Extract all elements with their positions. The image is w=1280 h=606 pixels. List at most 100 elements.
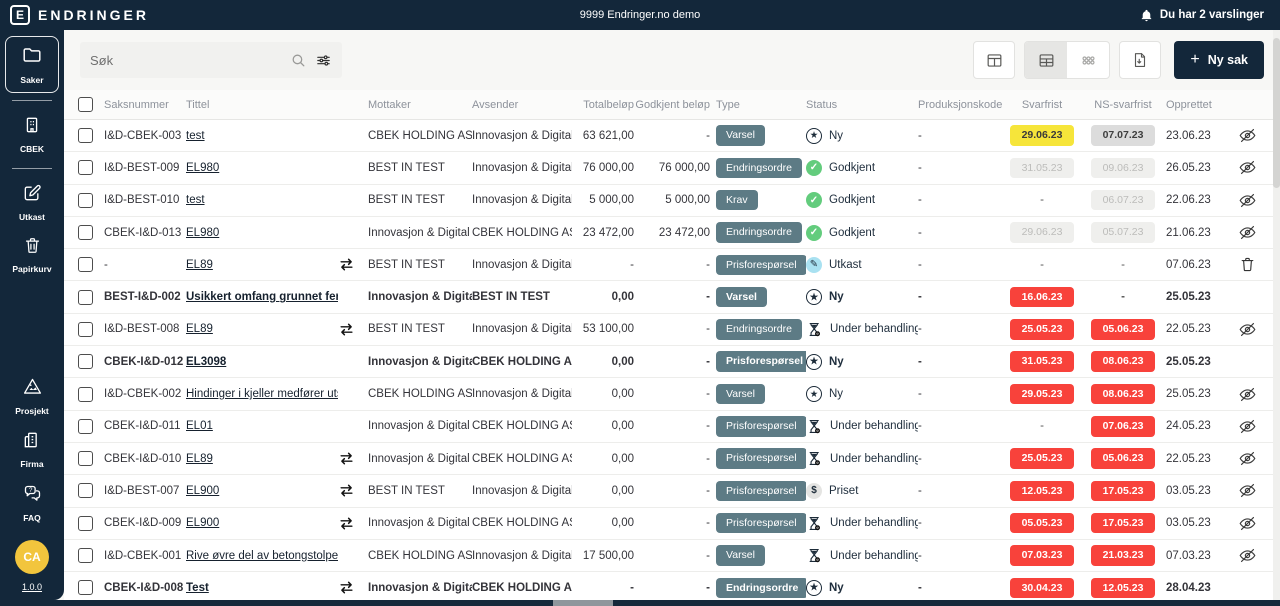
row-checkbox[interactable] — [78, 193, 93, 208]
table-row[interactable]: I&D-CBEK-001Rive øvre del av betongstolp… — [64, 540, 1280, 572]
svarfrist-pill: 30.04.23 — [1010, 578, 1074, 599]
select-all-checkbox[interactable] — [78, 97, 93, 112]
table-row[interactable]: I&D-BEST-010testBEST IN TESTInnovasjon &… — [64, 185, 1280, 217]
table-row[interactable]: I&D-CBEK-002Hindinger i kjeller medfører… — [64, 378, 1280, 410]
case-title-link[interactable]: EL3098 — [186, 356, 226, 368]
table-row[interactable]: CBEK-I&D-011EL01Innovasjon & DigitalCBEK… — [64, 411, 1280, 443]
vertical-scrollbar[interactable] — [1273, 30, 1280, 600]
sidebar-item-papirkurv[interactable]: Papirkurv — [5, 229, 59, 281]
folder-icon — [21, 44, 43, 71]
case-title-link[interactable]: Usikkert omfang grunnet ferieavvikling — [186, 291, 338, 303]
row-checkbox[interactable] — [78, 387, 93, 402]
table-row[interactable]: CBEK-I&D-010EL89Innovasjon & DigitalCBEK… — [64, 443, 1280, 475]
produksjonskode: - — [918, 420, 1004, 432]
horizontal-scrollbar-thumb[interactable] — [553, 600, 613, 606]
row-checkbox[interactable] — [78, 354, 93, 369]
produksjonskode: - — [918, 582, 1004, 594]
row-checkbox[interactable] — [78, 160, 93, 175]
table-row[interactable]: CBEK-I&D-013EL980Innovasjon & DigitalCBE… — [64, 217, 1280, 249]
brand[interactable]: E ENDRINGER — [0, 5, 149, 25]
case-title-link[interactable]: EL900 — [186, 517, 219, 529]
split-view-icon — [985, 51, 1004, 70]
vertical-scrollbar-thumb[interactable] — [1273, 38, 1280, 188]
row-checkbox[interactable] — [78, 322, 93, 337]
export-button[interactable] — [1119, 41, 1161, 79]
trash-icon[interactable] — [1239, 256, 1256, 273]
status-draft-icon: ✎ — [806, 257, 822, 273]
avsender: Innovasjon & Digital — [472, 323, 572, 335]
hide-icon[interactable] — [1238, 158, 1257, 177]
hide-icon[interactable] — [1238, 417, 1257, 436]
table-row[interactable]: -EL89BEST IN TESTInnovasjon & Digital--P… — [64, 249, 1280, 281]
table-row[interactable]: I&D-BEST-008EL89BEST IN TESTInnovasjon &… — [64, 314, 1280, 346]
case-title-link[interactable]: test — [186, 194, 205, 206]
avsender: Innovasjon & Digital — [472, 485, 572, 497]
avsender: CBEK HOLDING AS — [472, 453, 572, 465]
version-link[interactable]: 1.0.0 — [22, 582, 42, 592]
case-title-link[interactable]: EL89 — [186, 323, 213, 335]
sidebar-item-utkast[interactable]: Utkast — [5, 176, 59, 229]
svarfrist-pill: 16.06.23 — [1010, 287, 1074, 308]
hide-icon[interactable] — [1238, 546, 1257, 565]
row-checkbox[interactable] — [78, 483, 93, 498]
search-input[interactable] — [90, 53, 282, 68]
row-checkbox[interactable] — [78, 516, 93, 531]
table-row[interactable]: I&D-BEST-009EL980BEST IN TESTInnovasjon … — [64, 152, 1280, 184]
case-title-link[interactable]: EL89 — [186, 453, 213, 465]
mottaker: Innovasjon & Digital — [368, 356, 472, 368]
swap-icon — [338, 256, 355, 273]
case-title-link[interactable]: EL980 — [186, 227, 219, 239]
grid-view-button[interactable] — [1067, 42, 1109, 78]
hide-icon[interactable] — [1238, 126, 1257, 145]
case-title-link[interactable]: test — [186, 130, 205, 142]
hide-icon[interactable] — [1238, 385, 1257, 404]
sidebar-item-firma[interactable]: Firma — [5, 423, 59, 476]
sidebar-item-faq[interactable]: ? FAQ — [5, 476, 59, 530]
table-row[interactable]: BEST-I&D-002Usikkert omfang grunnet feri… — [64, 281, 1280, 313]
sidebar-item-cbek[interactable]: CBEK — [5, 108, 59, 161]
horizontal-scrollbar[interactable] — [0, 600, 1280, 606]
table-view-button[interactable] — [1025, 42, 1067, 78]
filter-sliders-icon[interactable] — [315, 52, 332, 69]
sidebar-item-prosjekt[interactable]: Prosjekt — [5, 369, 59, 423]
opprettet: 03.05.23 — [1166, 485, 1230, 497]
split-view-button[interactable] — [973, 41, 1015, 79]
notifications-button[interactable]: Du har 2 varslinger — [1140, 9, 1280, 22]
produksjonskode: - — [918, 323, 1004, 335]
case-title-link[interactable]: EL900 — [186, 485, 219, 497]
case-title-link[interactable]: Rive øvre del av betongstolpe T54 — [186, 550, 338, 562]
table-row[interactable]: CBEK-I&D-009EL900Innovasjon & DigitalCBE… — [64, 508, 1280, 540]
opprettet: 25.05.23 — [1166, 291, 1230, 303]
case-title-link[interactable]: Hindinger i kjeller medfører utsatt opps… — [186, 388, 338, 400]
case-title-link[interactable]: EL01 — [186, 420, 213, 432]
table-row[interactable]: CBEK-I&D-012EL3098Innovasjon & DigitalCB… — [64, 346, 1280, 378]
row-checkbox[interactable] — [78, 128, 93, 143]
row-checkbox[interactable] — [78, 290, 93, 305]
sidebar-item-saker[interactable]: Saker — [5, 36, 59, 93]
svarfrist: 31.05.23 — [1004, 158, 1080, 179]
row-checkbox[interactable] — [78, 580, 93, 595]
hide-icon[interactable] — [1238, 514, 1257, 533]
status-new-icon: ★ — [806, 128, 822, 144]
table-row[interactable]: I&D-CBEK-003testCBEK HOLDING ASInnovasjo… — [64, 120, 1280, 152]
type-badge: Varsel — [716, 287, 767, 308]
table-row[interactable]: CBEK-I&D-008TestInnovasjon & DigitalCBEK… — [64, 572, 1280, 600]
row-checkbox[interactable] — [78, 451, 93, 466]
godkjent-belop: 23 472,00 — [634, 227, 710, 239]
swap-icon — [338, 321, 355, 338]
row-checkbox[interactable] — [78, 225, 93, 240]
case-title-link[interactable]: EL980 — [186, 162, 219, 174]
hide-icon[interactable] — [1238, 223, 1257, 242]
case-title-link[interactable]: EL89 — [186, 259, 213, 271]
table-row[interactable]: I&D-BEST-007EL900BEST IN TESTInnovasjon … — [64, 475, 1280, 507]
row-checkbox[interactable] — [78, 419, 93, 434]
row-checkbox[interactable] — [78, 257, 93, 272]
case-title-link[interactable]: Test — [186, 582, 209, 594]
hide-icon[interactable] — [1238, 320, 1257, 339]
hide-icon[interactable] — [1238, 481, 1257, 500]
hide-icon[interactable] — [1238, 191, 1257, 210]
row-checkbox[interactable] — [78, 548, 93, 563]
hide-icon[interactable] — [1238, 449, 1257, 468]
new-case-button[interactable]: + Ny sak — [1174, 41, 1264, 79]
avatar[interactable]: CA — [15, 540, 49, 574]
